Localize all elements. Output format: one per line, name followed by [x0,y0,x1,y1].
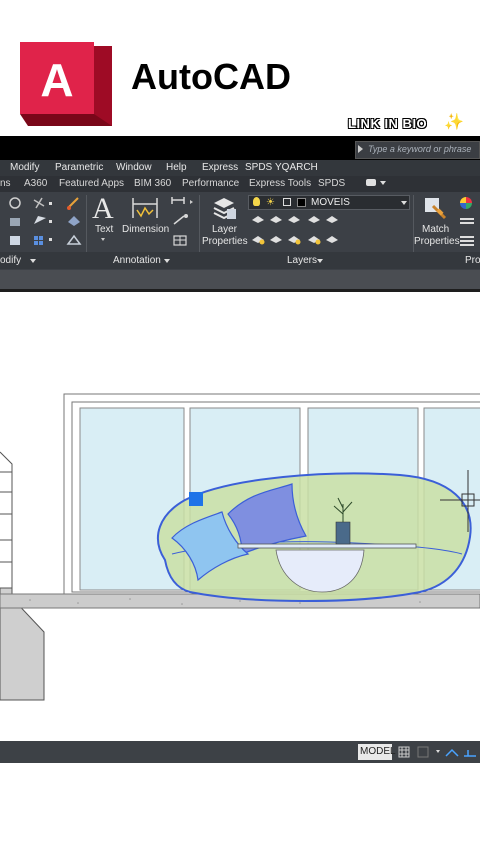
link-in-bio-caption: LINK IN BIO [348,116,428,131]
match-properties-label-1[interactable]: Match [422,224,449,235]
tab-annotations[interactable]: ns [0,178,11,189]
model-tab-label: MODEL [360,746,396,757]
menu-window[interactable]: Window [116,162,152,173]
status-toggle-icons[interactable] [396,744,480,760]
color-wheel-icon[interactable] [460,197,472,209]
vase [335,521,351,545]
tab-dropdown-icon[interactable] [380,181,386,185]
layer-properties-label-2[interactable]: Properties [202,236,248,247]
panel-modify-label[interactable]: odify [0,255,21,266]
tab-performance[interactable]: Performance [182,178,239,189]
tab-bim360[interactable]: BIM 360 [134,178,171,189]
menu-modify[interactable]: Modify [10,162,39,173]
drawing-canvas[interactable] [0,292,480,741]
modify-panel-chevron-icon[interactable] [30,259,36,263]
panel-annotation-label[interactable]: Annotation [113,255,161,266]
search-arrow-icon[interactable] [358,145,363,153]
menu-express[interactable]: Express [202,162,238,173]
search-placeholder: Type a keyword or phrase [368,144,472,154]
tab-spds[interactable]: SPDS [318,178,345,189]
match-properties-label-2[interactable]: Properties [414,236,460,247]
current-layer-name: MOVEIS [311,197,350,208]
layer-on-bulb-icon[interactable] [253,197,260,206]
tab-a360[interactable]: A360 [24,178,47,189]
dimension-tool-label[interactable]: Dimension [122,224,169,235]
layer-lock-icon[interactable] [283,198,291,206]
camera-icon[interactable] [366,179,376,186]
menu-parametric[interactable]: Parametric [55,162,103,173]
text-dropdown-icon[interactable] [101,238,105,241]
layer-properties-label-1[interactable]: Layer [212,224,237,235]
menu-yqarch[interactable]: YQARCH [275,162,318,173]
panel-properties-label[interactable]: Pro [465,255,480,266]
layer-thaw-sun-icon[interactable]: ☀ [266,197,275,208]
ribbon-panel-title-bar [0,252,480,269]
dimension-tool-icon[interactable] [131,196,159,220]
linetype-icon[interactable] [460,218,474,220]
file-tab-bar [0,270,480,289]
logo-letter: A [40,54,73,106]
annotation-panel-chevron-icon[interactable] [164,259,170,263]
layer-color-swatch[interactable] [297,198,306,207]
text-tool-label[interactable]: Text [95,224,113,235]
menu-spds[interactable]: SPDS [245,162,272,173]
layer-dropdown-chevron-icon[interactable] [401,201,407,205]
match-properties-icon[interactable] [423,196,447,220]
layer-properties-icon[interactable] [210,195,238,221]
selection-grip [189,492,203,506]
menu-help[interactable]: Help [166,162,187,173]
coffee-table-top [237,543,417,549]
sparkle-icon: ✨ [444,112,464,131]
tab-featured-apps[interactable]: Featured Apps [59,178,124,189]
layer-tools-icons[interactable] [250,214,340,250]
lineweight-icon[interactable] [460,236,474,238]
annotation-small-icons[interactable] [170,196,196,248]
tab-express-tools[interactable]: Express Tools [249,178,311,189]
layers-panel-chevron-icon[interactable] [317,259,323,263]
autocad-logo-icon: A [20,42,112,128]
text-tool-icon[interactable]: A [92,192,114,226]
modify-tools-icons[interactable] [8,196,84,250]
app-title: AutoCAD [131,56,291,97]
panel-layers-label[interactable]: Layers [287,255,317,266]
